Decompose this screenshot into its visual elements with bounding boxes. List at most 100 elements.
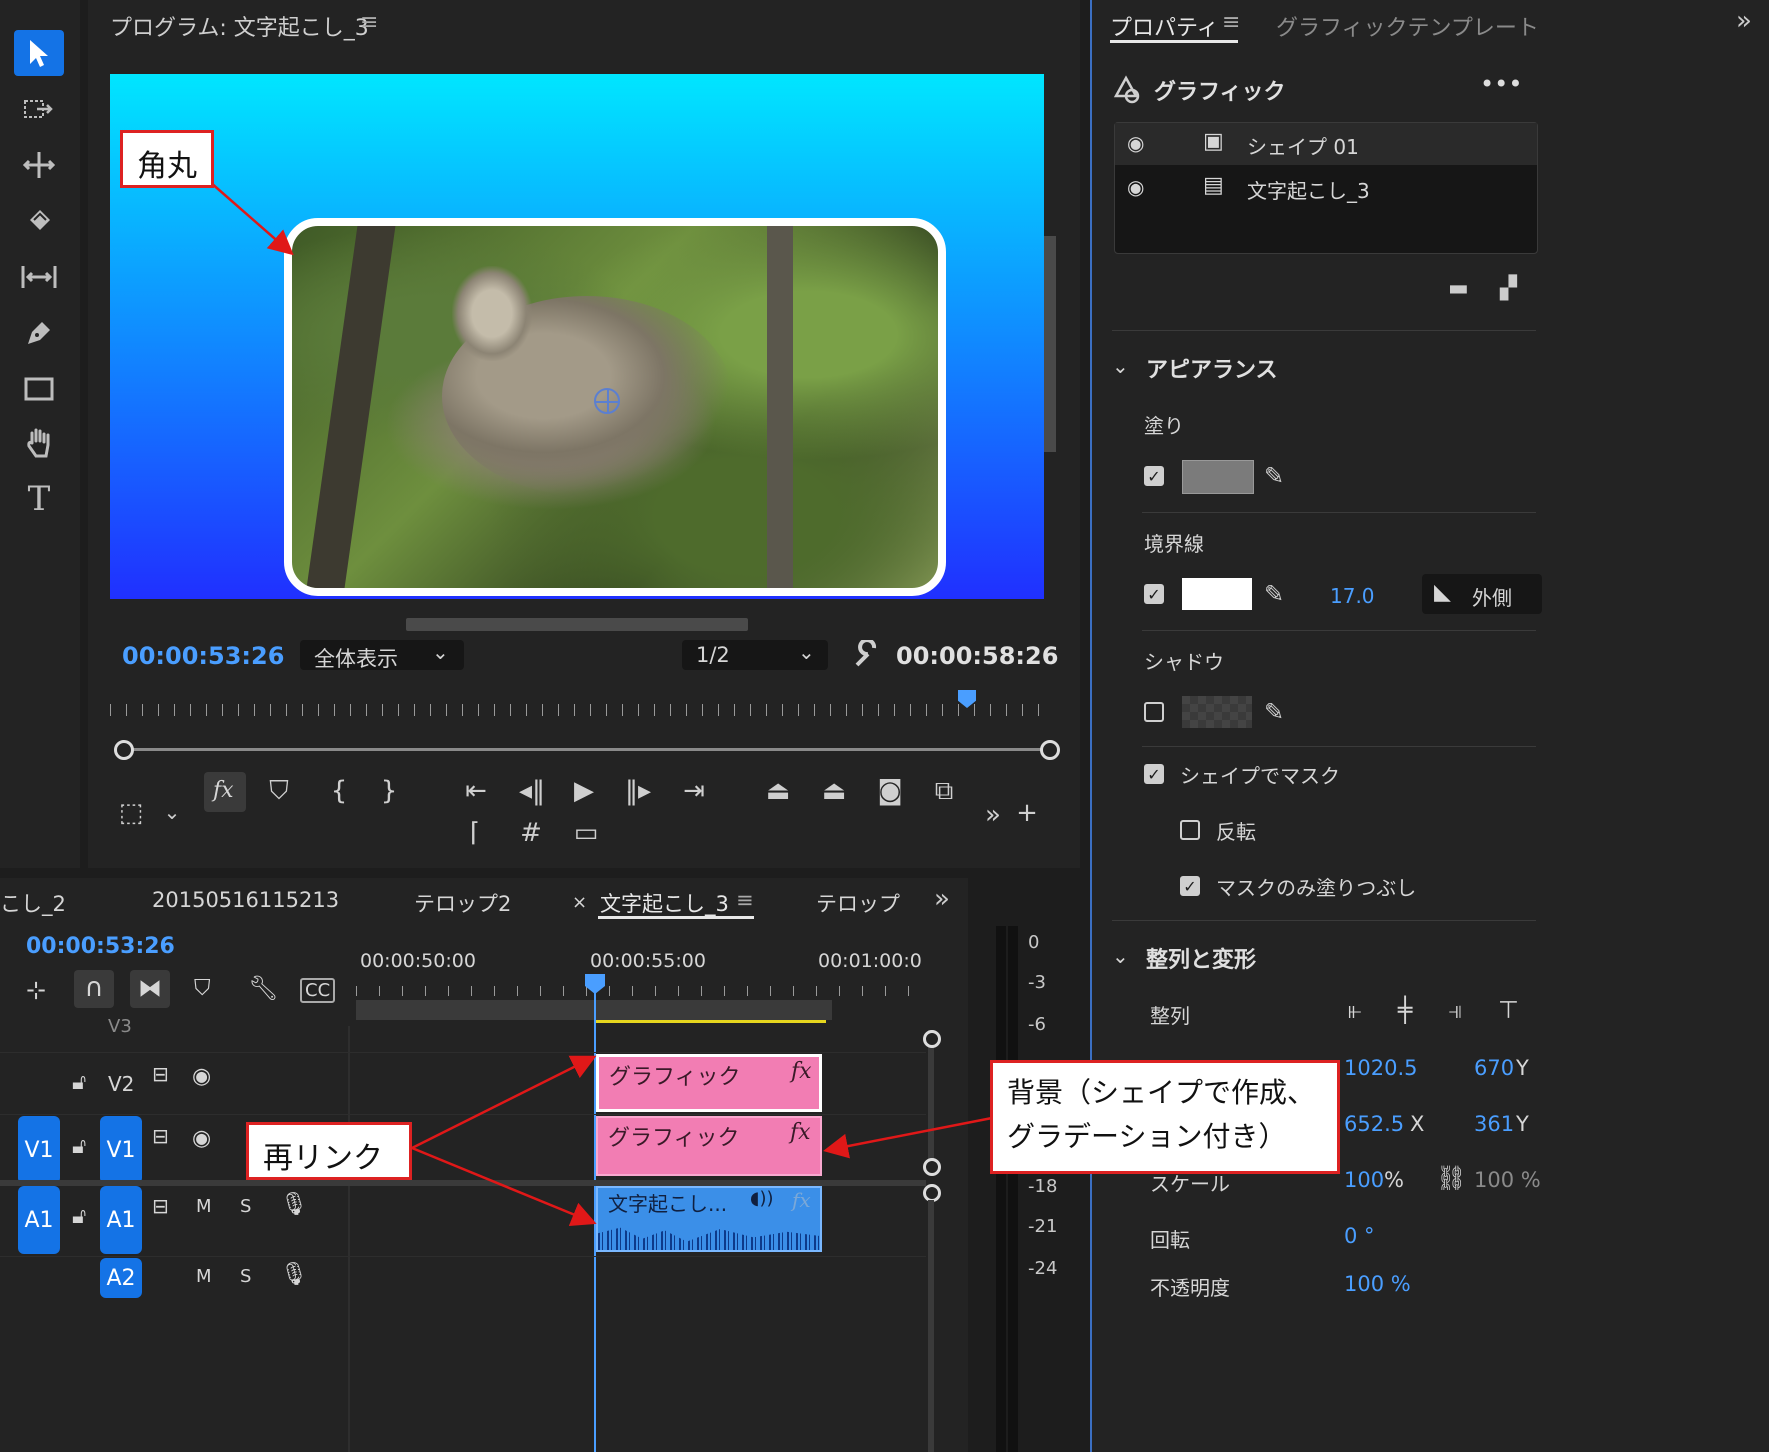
panel-overflow-icon[interactable]: »	[1736, 6, 1752, 36]
position-y-value[interactable]: 670	[1474, 1056, 1514, 1080]
align-transform-header[interactable]: 整列と変形	[1146, 942, 1256, 974]
tab-sequence-3[interactable]: テロップ2	[414, 888, 511, 918]
razor-tool-icon[interactable]	[14, 198, 64, 244]
fill-mask-only-checkbox[interactable]: ✓	[1180, 876, 1200, 896]
eye-icon[interactable]: ◉	[1127, 175, 1144, 199]
zoom-select[interactable]: 全体表示 ⌄	[300, 640, 464, 671]
source-patch-a1[interactable]: A1	[18, 1186, 60, 1254]
anchor-y-value[interactable]: 361	[1474, 1112, 1514, 1136]
mark-out-icon[interactable]: }	[374, 776, 404, 806]
more-controls-icon[interactable]: »	[978, 800, 1008, 830]
anchor-point-icon[interactable]	[594, 388, 620, 414]
monitor-scrollbar-h[interactable]	[406, 618, 748, 631]
resolution-select[interactable]: 1/2 ⌄	[682, 640, 828, 670]
sync-lock-icon[interactable]: ⊟	[152, 1124, 169, 1148]
link-icon[interactable]: ⛓	[1436, 1164, 1466, 1192]
scroll-handle-top[interactable]	[923, 1030, 941, 1048]
pen-tool-icon[interactable]	[14, 310, 64, 356]
eyedropper-icon[interactable]: ✎	[1264, 698, 1284, 726]
eye-icon[interactable]: ◉	[192, 1126, 211, 1151]
mute-button[interactable]: M	[196, 1196, 212, 1217]
export-frame-icon[interactable]: ◙	[872, 776, 908, 806]
comparison-view-icon[interactable]: ⧉	[926, 776, 962, 807]
new-layer-icon[interactable]: ▞	[1500, 276, 1517, 301]
chevron-down-icon[interactable]: ⌄	[1112, 944, 1129, 968]
properties-menu-icon[interactable]: ≡	[1222, 10, 1240, 35]
video-scroll-track[interactable]	[928, 1030, 934, 1166]
layer-row-shape[interactable]: ◉ ▣ シェイプ 01	[1115, 123, 1537, 165]
tab-sequence-2[interactable]: 20150516115213	[152, 888, 339, 912]
scroll-handle-bottom[interactable]	[923, 1158, 941, 1176]
monitor-time-ruler[interactable]	[110, 690, 1050, 718]
linked-selection-button[interactable]: ⧓	[130, 970, 170, 1008]
solo-button[interactable]: S	[240, 1196, 251, 1217]
close-tab-icon[interactable]: ×	[572, 892, 587, 913]
program-title[interactable]: プログラム: 文字起こし_3	[110, 10, 369, 42]
shadow-checkbox[interactable]	[1144, 702, 1164, 722]
track-target-a2[interactable]: A2	[100, 1258, 142, 1298]
wrench-icon[interactable]	[852, 638, 882, 670]
tab-properties[interactable]: プロパティ	[1110, 10, 1219, 42]
stroke-width-value[interactable]: 17.0	[1330, 584, 1375, 608]
slip-tool-icon[interactable]	[14, 254, 64, 300]
ripple-edit-tool-icon[interactable]	[14, 142, 64, 188]
rotation-value[interactable]: 0 °	[1344, 1224, 1375, 1248]
sync-lock-icon[interactable]: ⊟	[152, 1194, 169, 1218]
lift-icon[interactable]: ⏏	[758, 776, 798, 806]
invert-checkbox[interactable]	[1180, 820, 1200, 840]
captions-icon[interactable]: CC	[300, 978, 336, 1003]
safe-margins-icon[interactable]: ⬚	[114, 798, 148, 828]
eye-icon[interactable]: ◉	[192, 1064, 211, 1089]
align-right-icon[interactable]: ⫣	[1448, 996, 1462, 1024]
eyedropper-icon[interactable]: ✎	[1264, 462, 1284, 490]
stroke-position-select[interactable]: ◣ 外側	[1422, 574, 1542, 614]
go-to-in-icon[interactable]: ⇤	[458, 776, 494, 806]
chevron-down-icon[interactable]: ⌄	[160, 800, 184, 824]
extract-icon[interactable]: ⏏	[814, 776, 854, 806]
add-marker-icon[interactable]: ⛉	[194, 976, 211, 1001]
video-frame[interactable]	[110, 74, 1044, 599]
program-menu-icon[interactable]: ≡	[360, 10, 378, 35]
rectangle-tool-icon[interactable]	[14, 366, 64, 412]
fx-button[interactable]: fx	[204, 772, 246, 812]
wrench-icon[interactable]: 🔧︎	[248, 974, 278, 1002]
mask-with-shape-checkbox[interactable]: ✓	[1144, 764, 1164, 784]
snap-button[interactable]: ∩	[74, 970, 114, 1008]
anchor-x-value[interactable]: 652.5	[1344, 1112, 1404, 1136]
more-options-icon[interactable]: •••	[1480, 70, 1522, 98]
step-back-icon[interactable]: ◂‖	[514, 776, 550, 806]
mark-in-icon[interactable]: {	[324, 776, 354, 806]
eye-icon[interactable]: ◉	[1127, 131, 1144, 155]
proxy-toggle-icon[interactable]: ⌈	[458, 818, 492, 848]
shadow-color-swatch[interactable]	[1182, 696, 1252, 728]
monitor-scrollbar-v[interactable]	[1044, 236, 1056, 452]
microphone-icon[interactable]: 🎙︎	[280, 1262, 308, 1287]
fill-color-swatch[interactable]	[1182, 460, 1254, 494]
go-to-out-icon[interactable]: ⇥	[676, 776, 712, 806]
lock-icon[interactable]: 🔓︎	[72, 1070, 86, 1095]
sync-lock-icon[interactable]: ⊟	[152, 1062, 169, 1086]
button-editor-icon[interactable]: +	[1012, 798, 1042, 828]
timeline-menu-icon[interactable]: ≡	[736, 888, 754, 912]
lock-icon[interactable]: 🔓︎	[72, 1134, 86, 1159]
timeline-timecode[interactable]: 00:00:53:26	[26, 934, 175, 959]
tab-sequence-5[interactable]: テロップ	[816, 888, 900, 918]
panel-overflow-icon[interactable]: »	[934, 884, 950, 914]
tab-sequence-active[interactable]: 文字起こし_3	[600, 888, 729, 918]
add-marker-icon[interactable]: ⛉	[264, 776, 294, 807]
fill-checkbox[interactable]: ✓	[1144, 466, 1164, 486]
track-select-tool-icon[interactable]	[14, 86, 64, 132]
track-target-a1[interactable]: A1	[100, 1186, 142, 1254]
track-target-v1[interactable]: V1	[100, 1116, 142, 1184]
nest-icon[interactable]: ⊹	[26, 976, 46, 1004]
chevron-down-icon[interactable]: ⌄	[1112, 354, 1129, 378]
clip-graphic-v2[interactable]: グラフィック fx	[596, 1054, 822, 1112]
play-icon[interactable]: ▶	[566, 776, 602, 806]
lock-icon[interactable]: 🔓︎	[72, 1204, 86, 1229]
clip-graphic-v1[interactable]: グラフィック fx	[596, 1116, 822, 1176]
align-top-icon[interactable]: ⊤	[1498, 996, 1519, 1024]
layer-row-clip[interactable]: ◉ ▤ 文字起こし_3	[1115, 167, 1537, 207]
appearance-header[interactable]: アピアランス	[1146, 352, 1278, 384]
vr-video-icon[interactable]: ▭	[568, 818, 604, 848]
selection-tool-icon[interactable]	[14, 30, 64, 76]
